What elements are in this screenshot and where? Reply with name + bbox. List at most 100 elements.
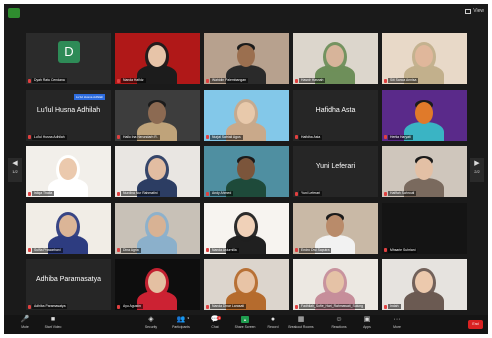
participant-tile[interactable]: Sulfia Prawarhani [26, 202, 111, 254]
participant-name-label: Dina Agria [121, 247, 141, 253]
participant-tile[interactable]: Adhiba Paramasatya Adhiba Paramasatya [26, 259, 111, 310]
participant-display-name: Adhiba Paramasatya [36, 276, 101, 283]
participant-tile[interactable]: Istiqa Thalia [26, 146, 111, 197]
participant-video [382, 146, 467, 197]
security-badge-icon[interactable] [8, 8, 20, 18]
participant-face [415, 158, 433, 180]
participant-name-label: Hallo Ina Nerundarh R. [121, 134, 160, 140]
participant-name-label: Istiqa Thalia [32, 191, 55, 196]
participant-face [148, 158, 166, 180]
toolbar-label: Participants [172, 325, 190, 329]
participant-tile[interactable]: Siti Sanca Annisa [382, 33, 467, 84]
toolbar-label: Security [144, 325, 158, 329]
start-video-button[interactable]: ■ Start Video [38, 316, 68, 329]
participant-name-label: Fadhilah_Sofie_Hari_Rahmawati_Sulung [299, 304, 366, 309]
participant-name-label: Adhiba Paramasatya [32, 304, 68, 309]
mute-button[interactable]: 🎤 Mute [10, 316, 40, 329]
muted-mic-icon [206, 135, 209, 139]
participant-tile[interactable]: Andy Ahmed [204, 146, 289, 197]
participant-tile[interactable]: Endro Dwi Saputra [293, 202, 378, 254]
participant-name-label: Mhsarie Suhriani [388, 247, 418, 253]
participant-tile[interactable]: Ayu Agustin [115, 259, 200, 310]
muted-mic-icon [295, 135, 298, 139]
muted-mic-icon [384, 304, 387, 309]
participant-video [115, 89, 200, 141]
muted-mic-icon [206, 304, 209, 309]
reactions-button[interactable]: ☺ Reactions [324, 316, 354, 329]
muted-mic-icon [117, 135, 120, 139]
chat-button[interactable]: 💬 Chat 1 [200, 316, 230, 329]
muted-mic-icon [384, 191, 387, 196]
record-button[interactable]: ● Record [258, 316, 288, 329]
participant-video [293, 259, 378, 310]
participant-face [237, 271, 255, 293]
muted-mic-icon [28, 78, 31, 83]
muted-mic-icon [28, 135, 31, 139]
participant-tile[interactable]: Hafifah Sahrouti [382, 146, 467, 197]
muted-mic-icon [384, 135, 387, 139]
muted-mic-icon [28, 191, 31, 196]
participant-name-label: Endro Dwi Saputra [299, 247, 332, 253]
muted-mic-icon [295, 304, 298, 309]
toolbar-label: Start Video [44, 325, 62, 329]
security-button[interactable]: ◈ Security [136, 316, 166, 329]
participant-tile[interactable]: Yuni Leferari Yuni Leferari [293, 146, 378, 197]
participant-face [326, 214, 344, 237]
participants-button[interactable]: 👥 Participants 3 [166, 316, 196, 329]
participant-tile[interactable]: Mhsarie Suhriani [382, 202, 467, 254]
participant-tile[interactable]: Nanda Hafidz [115, 33, 200, 84]
view-button[interactable]: View [465, 8, 484, 14]
previous-page-number: 1/2 [12, 169, 18, 174]
participant-tile[interactable]: Nurdina Nur Rahmatini [115, 146, 200, 197]
muted-mic-icon [384, 248, 387, 252]
participant-tile[interactable]: Hafidha Asta Hafidha Asta [293, 89, 378, 141]
participant-face [237, 214, 255, 237]
top-bar: View [4, 4, 488, 30]
participants-count: 3 [187, 316, 189, 320]
participant-tile[interactable]: Hasnir Hasnah [293, 33, 378, 84]
participant-name-label: Hasnir Hasnah [299, 78, 326, 83]
participant-tile[interactable]: Fadhilah_Sofie_Hari_Rahmawati_Sulung [293, 259, 378, 310]
participant-display-name: Lu'lul Husna Adhilah [36, 106, 101, 114]
reactions-icon: ☺ [335, 316, 343, 323]
apps-button[interactable]: ▣ Apps [352, 316, 382, 329]
participant-name-label: Nanda Dinar Larasati [210, 304, 247, 309]
participant-name-label: Dyah Ratu Cendana [32, 78, 67, 83]
apps-icon: ▣ [363, 316, 371, 323]
previous-page-button[interactable]: ◀ 1/2 [8, 158, 22, 182]
participant-name-label: Sulfia Prawarhani [32, 247, 63, 253]
participant-name-label: Ayu Agustin [121, 304, 143, 309]
participant-avatar: D [58, 41, 80, 63]
next-page-number: 2/2 [474, 169, 480, 174]
participant-tile[interactable]: Nurjal Satriali Agus [204, 89, 289, 141]
participant-tile[interactable]: Nanda Asturnilla [204, 202, 289, 254]
participant-tile[interactable]: Hallo Ina Nerundarh R. [115, 89, 200, 141]
end-meeting-button[interactable]: End [468, 320, 483, 329]
toolbar-label: Chat [211, 325, 219, 329]
participant-tile[interactable]: Lu'lul Husna Adhilah Lu'lul Husna Adhilah… [26, 89, 111, 141]
participant-tile[interactable]: Wahidin Palembangan [204, 33, 289, 84]
participant-face [415, 271, 433, 293]
share-screen-button[interactable]: ▲ Share Screen [230, 316, 260, 329]
participant-video [26, 202, 111, 254]
breakout-rooms-icon: ▦ [297, 316, 305, 323]
participant-tile[interactable]: D Dyah Ratu Cendana [26, 33, 111, 84]
toolbar-label: Apps [363, 325, 371, 329]
more-button[interactable]: ··· More [382, 316, 412, 329]
muted-mic-icon [206, 191, 209, 196]
muted-mic-icon [117, 248, 120, 252]
next-page-button[interactable]: ▶ 2/2 [470, 158, 484, 182]
participants-icon: 👥 [176, 316, 186, 323]
participant-video [293, 33, 378, 84]
breakout-rooms-button[interactable]: ▦ Breakout Rooms [286, 316, 316, 329]
muted-mic-icon [206, 248, 209, 252]
participant-tile[interactable]: Hertia Haryati [382, 89, 467, 141]
participant-tile[interactable]: Nanda Dinar Larasati [204, 259, 289, 310]
participant-video [204, 146, 289, 197]
participant-name-label: Hertia Haryati [388, 134, 413, 140]
participant-tile[interactable]: Dina Agria [115, 202, 200, 254]
participant-display-name: Yuni Leferari [315, 163, 356, 170]
zoom-meeting-window: View D Dyah Ratu Cendana Nanda Hafidz Wahid… [4, 4, 488, 334]
participant-tile[interactable]: Indah [382, 259, 467, 310]
participant-face [326, 45, 344, 67]
